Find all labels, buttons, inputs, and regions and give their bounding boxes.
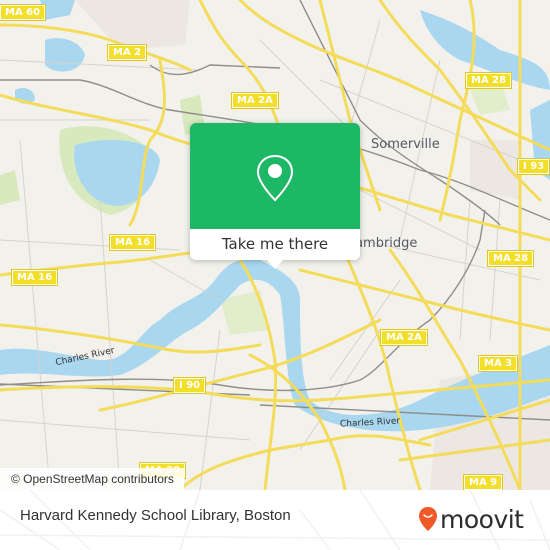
route-shield: MA 3	[477, 355, 519, 372]
moovit-wordmark: moovit	[440, 504, 524, 534]
map-attribution[interactable]: © OpenStreetMap contributors	[0, 468, 184, 490]
route-shield: MA 16	[108, 234, 157, 251]
place-label-somerville: Somerville	[371, 137, 440, 152]
route-shield: MA 28	[464, 72, 513, 89]
take-me-there-button[interactable]: Take me there	[190, 229, 360, 260]
route-shield: MA 2	[106, 44, 148, 61]
footer: Harvard Kennedy School Library, Boston m…	[0, 490, 550, 550]
map-pin-icon	[256, 154, 294, 202]
route-shield: I 90	[172, 377, 207, 394]
route-shield: MA 2A	[380, 329, 428, 346]
route-shield: MA 60	[0, 4, 47, 21]
map[interactable]: MA 60 MA 2 MA 2A MA 28 I 93 MA 16 MA 16 …	[0, 0, 550, 490]
moovit-logo[interactable]: moovit	[418, 504, 524, 534]
route-shield: MA 2A	[231, 92, 279, 109]
popup-header[interactable]	[190, 123, 360, 229]
route-shield: MA 28	[486, 250, 535, 267]
route-shield: MA 9	[462, 474, 504, 490]
popup-tail	[267, 260, 283, 269]
location-title: Harvard Kennedy School Library, Boston	[20, 507, 291, 524]
route-shield: I 93	[516, 158, 550, 175]
moovit-pin-icon	[419, 507, 437, 531]
route-shield: MA 16	[10, 269, 59, 286]
destination-popup: Take me there	[190, 123, 360, 269]
